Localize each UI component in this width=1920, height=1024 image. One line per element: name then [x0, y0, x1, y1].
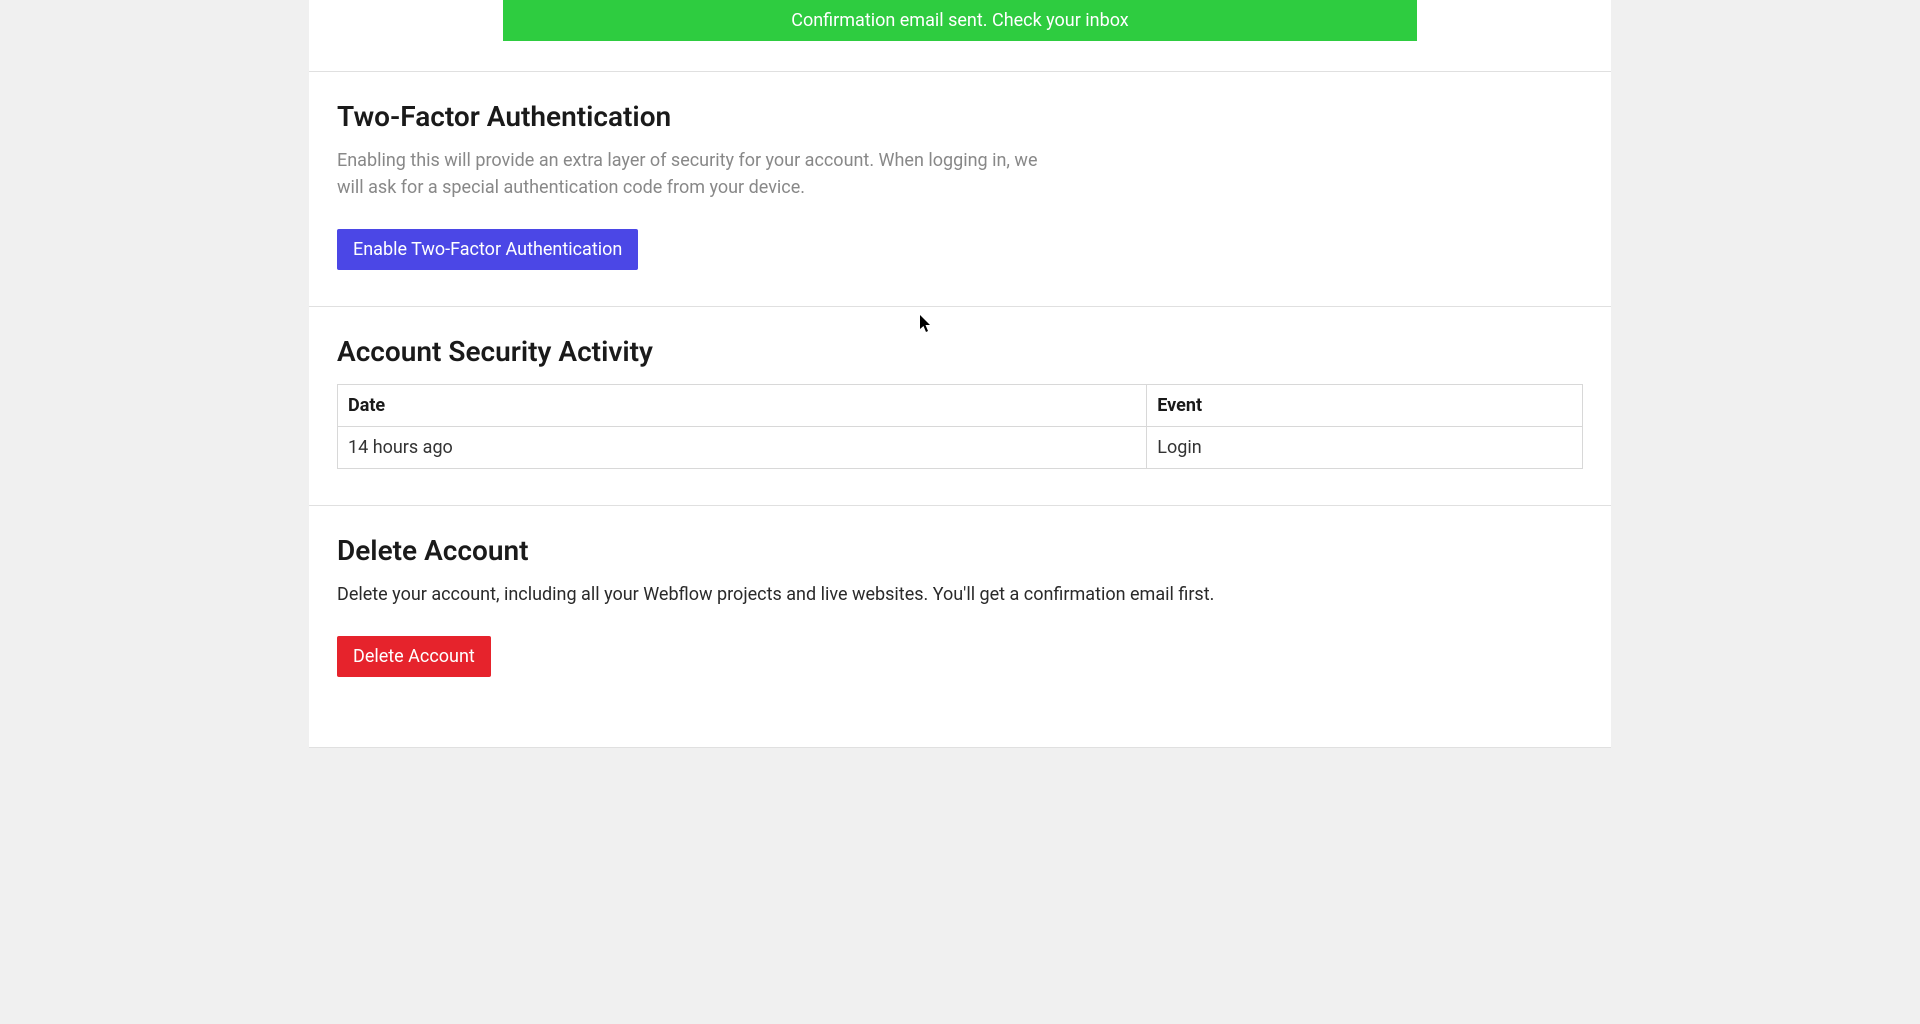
delete-account-title: Delete Account	[337, 534, 1583, 567]
alert-text: Confirmation email sent. Check your inbo…	[791, 10, 1128, 31]
delete-account-section: Delete Account Delete your account, incl…	[309, 505, 1611, 747]
table-header-date: Date	[338, 385, 1147, 427]
delete-account-description: Delete your account, including all your …	[337, 581, 1583, 608]
two-factor-section: Two-Factor Authentication Enabling this …	[309, 71, 1611, 306]
activity-table: Date Event 14 hours ago Login	[337, 384, 1583, 469]
settings-container: Confirmation email sent. Check your inbo…	[309, 0, 1611, 748]
delete-account-button[interactable]: Delete Account	[337, 636, 491, 677]
table-row: 14 hours ago Login	[338, 427, 1583, 469]
table-header-event: Event	[1147, 385, 1583, 427]
account-activity-section: Account Security Activity Date Event 14 …	[309, 306, 1611, 505]
two-factor-title: Two-Factor Authentication	[337, 100, 1583, 133]
table-header-row: Date Event	[338, 385, 1583, 427]
confirmation-alert: Confirmation email sent. Check your inbo…	[503, 0, 1417, 41]
account-activity-title: Account Security Activity	[337, 335, 1583, 368]
cell-date: 14 hours ago	[338, 427, 1147, 469]
two-factor-description: Enabling this will provide an extra laye…	[337, 147, 1067, 201]
cell-event: Login	[1147, 427, 1583, 469]
enable-two-factor-button[interactable]: Enable Two-Factor Authentication	[337, 229, 638, 270]
